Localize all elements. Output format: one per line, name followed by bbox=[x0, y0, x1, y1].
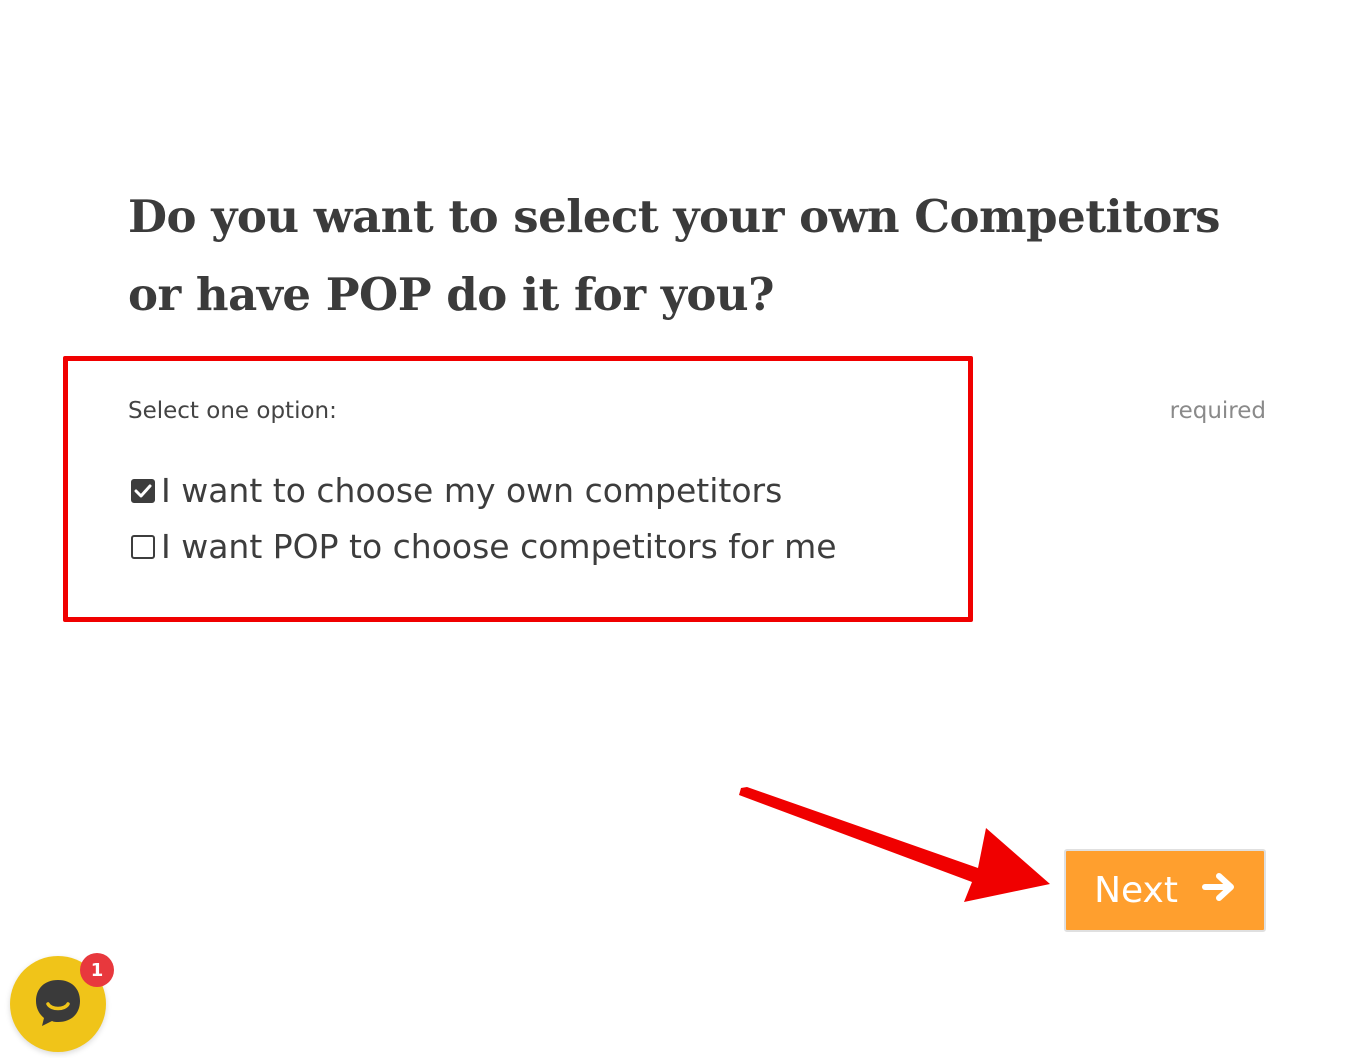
checkbox-checked-icon[interactable] bbox=[131, 478, 155, 503]
option-label: I want POP to choose competitors for me bbox=[161, 527, 837, 566]
select-option-label: Select one option: bbox=[128, 398, 337, 424]
option-choose-own-competitors[interactable]: I want to choose my own competitors bbox=[131, 471, 782, 510]
option-pop-choose-competitors[interactable]: I want POP to choose competitors for me bbox=[131, 527, 837, 566]
next-button[interactable]: Next bbox=[1064, 849, 1266, 932]
chat-bubble-icon bbox=[32, 976, 84, 1033]
required-label: required bbox=[1169, 398, 1266, 424]
checkbox-unchecked-icon[interactable] bbox=[131, 534, 155, 559]
page-title: Do you want to select your own Competito… bbox=[128, 190, 1220, 321]
chat-notification-badge: 1 bbox=[80, 953, 114, 987]
option-label: I want to choose my own competitors bbox=[161, 471, 783, 510]
page-root: Do you want to select your own Competito… bbox=[0, 0, 1358, 1058]
next-button-label: Next bbox=[1094, 870, 1178, 911]
arrow-right-icon bbox=[1201, 870, 1236, 911]
